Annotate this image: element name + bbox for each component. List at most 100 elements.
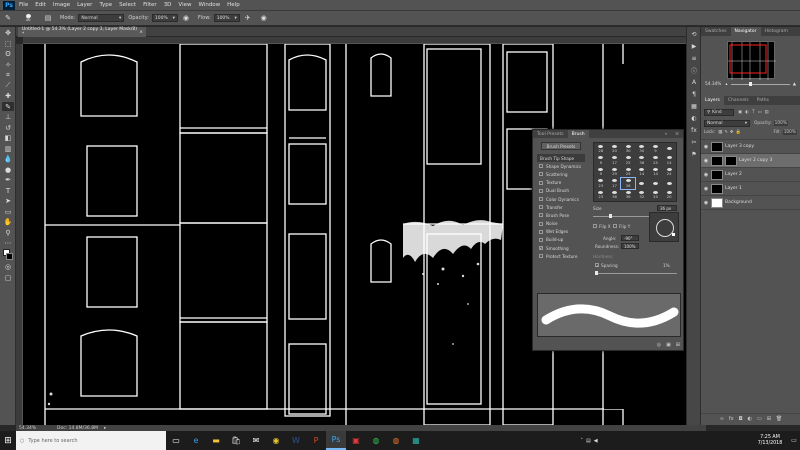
navigator-zoom-value[interactable]: 54.34%: [705, 82, 721, 87]
collapse-icon[interactable]: «: [660, 132, 671, 137]
spacing-slider-thumb[interactable]: [595, 271, 598, 275]
brush-tip-cell[interactable]: 9: [594, 166, 608, 178]
tab-paths[interactable]: Paths: [753, 98, 773, 103]
brush-panel-icon[interactable]: ✂: [689, 138, 699, 147]
filter-type-icon[interactable]: T: [752, 110, 755, 115]
zoom-in-icon[interactable]: ▲: [793, 82, 796, 87]
menu-image[interactable]: Image: [53, 2, 70, 8]
color-swatches-icon[interactable]: [2, 249, 14, 261]
new-layer-icon[interactable]: ⊞: [767, 416, 771, 422]
flow-field[interactable]: 100% ▾: [213, 14, 240, 22]
brush-option-item[interactable]: ✓ Smoothing: [537, 244, 585, 252]
zoom-tool-icon[interactable]: ⚲: [2, 228, 14, 237]
brush-tip-cell[interactable]: 36: [635, 155, 649, 167]
gradient-tool-icon[interactable]: ▥: [2, 144, 14, 153]
brush-tip-cell[interactable]: 25: [649, 189, 663, 201]
link-layers-icon[interactable]: ∞: [720, 416, 724, 422]
brush-option-item[interactable]: Transfer: [537, 203, 585, 211]
brush-tip-cell[interactable]: 9: [594, 155, 608, 167]
lock-pixels-icon[interactable]: ▦: [718, 130, 722, 135]
brush-tip-cell[interactable]: 24: [662, 166, 676, 178]
info-icon[interactable]: ⓘ: [689, 66, 699, 75]
layer-opacity-value[interactable]: 100%: [773, 121, 788, 126]
spacing-label[interactable]: ✓ Spacing: [595, 263, 618, 268]
hand-tool-icon[interactable]: ✋: [2, 218, 14, 227]
layer-thumbnail[interactable]: [711, 155, 723, 166]
brush-tip-cell[interactable]: 30: [635, 143, 649, 155]
eye-icon[interactable]: ◉: [701, 144, 711, 150]
eye-icon[interactable]: ◉: [701, 200, 711, 206]
flip-x-checkbox[interactable]: [593, 224, 597, 228]
brush-tip-cell[interactable]: 36: [620, 176, 636, 191]
red-app-icon[interactable]: ▣: [346, 431, 366, 450]
brush-tip-cell[interactable]: 23: [594, 178, 608, 190]
brush-size-picker[interactable]: 36: [19, 13, 37, 23]
brush-tip-cell[interactable]: 25: [621, 166, 635, 178]
brush-tip-cell[interactable]: 30: [621, 143, 635, 155]
clone-stamp-tool-icon[interactable]: ⊥: [2, 113, 14, 122]
teal-app-icon[interactable]: ▦: [406, 431, 426, 450]
brush-option-checkbox[interactable]: [539, 197, 543, 202]
brush-tip-cell[interactable]: [649, 178, 663, 190]
brush-preset-icon[interactable]: ✎: [3, 13, 13, 23]
brush-option-checkbox[interactable]: ✓: [539, 246, 543, 251]
navigator-zoom-slider[interactable]: [730, 82, 790, 86]
brush-tool-icon[interactable]: ✎: [2, 102, 14, 111]
menu-filter[interactable]: Filter: [143, 2, 157, 8]
brush-option-checkbox[interactable]: [539, 237, 543, 242]
windows-start-icon[interactable]: ⊞: [0, 431, 16, 450]
navigator-zoom-thumb[interactable]: [748, 82, 752, 86]
brush-option-item[interactable]: Scattering: [537, 170, 585, 178]
brush-option-checkbox[interactable]: [539, 213, 543, 218]
doc-size-info[interactable]: Doc: 14.8M/36.8M: [57, 426, 98, 431]
brush-option-checkbox[interactable]: [539, 188, 543, 193]
taskbar-search[interactable]: ○ Type here to search: [16, 431, 166, 450]
brush-tip-cell[interactable]: 20: [662, 189, 676, 201]
dodge-tool-icon[interactable]: ●: [2, 165, 14, 174]
edit-toolbar-icon[interactable]: ⋯: [2, 239, 14, 248]
add-mask-icon[interactable]: ◘: [739, 416, 743, 422]
brush-option-item[interactable]: Protect Texture: [537, 252, 585, 260]
blur-tool-icon[interactable]: 💧: [2, 155, 14, 164]
brush-tip-cell[interactable]: 9: [649, 143, 663, 155]
photoshop-taskbar-icon[interactable]: Ps: [326, 431, 346, 450]
brush-option-item[interactable]: Brush Tip Shape: [537, 154, 585, 163]
brush-tip-cell[interactable]: 29: [608, 166, 622, 178]
brush-tip-cell[interactable]: 36: [621, 189, 635, 201]
brush-tip-cell[interactable]: 36: [608, 189, 622, 201]
lock-all-icon[interactable]: 🔒: [736, 130, 741, 135]
brush-tip-cell[interactable]: 32: [635, 189, 649, 201]
green-app-icon[interactable]: ◍: [366, 431, 386, 450]
lasso-tool-icon[interactable]: ʘ: [2, 50, 14, 59]
airbrush-icon[interactable]: ✈: [243, 13, 253, 23]
brush-option-checkbox[interactable]: [539, 221, 543, 226]
layer-thumbnail[interactable]: [711, 169, 723, 180]
menu-file[interactable]: File: [19, 2, 28, 8]
brush-option-checkbox[interactable]: [539, 172, 543, 177]
layer-kind-filter[interactable]: ⚲ Kind: [704, 108, 734, 116]
orange-app-icon[interactable]: ◍: [386, 431, 406, 450]
brush-option-item[interactable]: Brush Pose: [537, 211, 585, 219]
tab-channels[interactable]: Channels: [724, 98, 753, 103]
background-color[interactable]: [6, 253, 13, 260]
layer-row[interactable]: ◉ Layer 1: [701, 182, 800, 196]
eye-icon[interactable]: ◉: [701, 158, 711, 164]
navigator-thumbnail[interactable]: [726, 41, 776, 80]
new-group-icon[interactable]: ▭: [757, 416, 762, 422]
eye-icon[interactable]: ◉: [701, 186, 711, 192]
menu-select[interactable]: Select: [119, 2, 136, 8]
clone-source-icon[interactable]: ⚑: [689, 150, 699, 159]
document-tab[interactable]: Untitled-1 @ 54.3% (Layer 2 copy 3, Laye…: [18, 27, 146, 37]
chrome-icon[interactable]: ◉: [266, 431, 286, 450]
eyedropper-tool-icon[interactable]: ⟋: [2, 81, 14, 90]
brush-option-item[interactable]: Build-up: [537, 236, 585, 244]
adjustment-layer-icon[interactable]: ◐: [748, 416, 752, 422]
menu-help[interactable]: Help: [227, 2, 240, 8]
brush-option-checkbox[interactable]: [539, 164, 543, 169]
layer-thumbnail[interactable]: [711, 141, 723, 152]
layer-row[interactable]: ◉ Layer 2 copy 3: [701, 154, 800, 168]
brush-tip-grid[interactable]: 28 20 30 30 9 9 17 25 36 25 14 9 29 25 14 14 24 23 17 36 23 3…: [593, 142, 677, 202]
lock-move-icon[interactable]: ✥: [730, 130, 734, 135]
filter-smart-icon[interactable]: ▤: [765, 110, 769, 115]
new-preset-icon[interactable]: ⊞: [676, 342, 680, 348]
